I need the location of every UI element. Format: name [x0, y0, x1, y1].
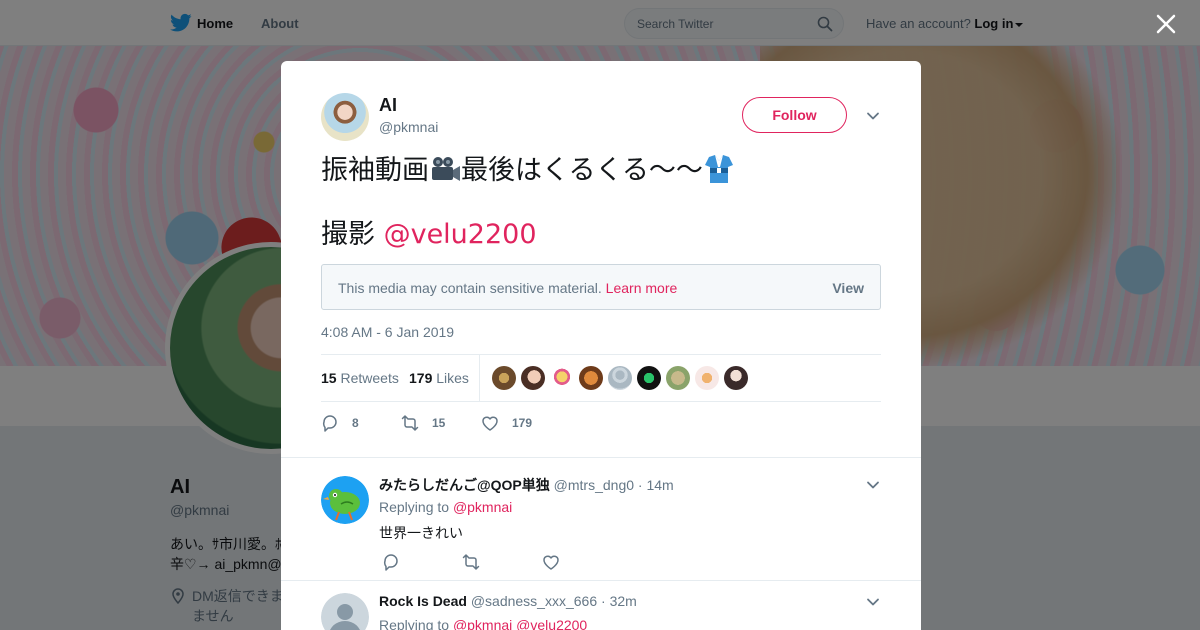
- tweet-text-part: 撮影: [321, 219, 384, 250]
- tweet-modal: AI @pkmnai Follow 振袖動画 最後はくるくる〜〜 撮影 @vel…: [281, 61, 921, 630]
- tweet-text-line-2: 撮影 @velu2200: [321, 217, 735, 253]
- reply-icon[interactable]: [382, 553, 400, 571]
- tweet-text: 振袖動画 最後はくるくる〜〜 撮影 @velu2200: [321, 153, 735, 253]
- reply-separator: ·: [601, 593, 606, 609]
- tweet-timestamp[interactable]: 4:08 AM - 6 Jan 2019: [321, 324, 454, 340]
- liker-avatar[interactable]: [695, 366, 719, 390]
- likes-label: Likes: [436, 370, 469, 386]
- heart-icon: [482, 416, 498, 431]
- likes-count: 179: [409, 370, 433, 386]
- reply-separator: ·: [637, 477, 643, 493]
- reply-icon: [322, 415, 337, 432]
- reply-author-name[interactable]: みたらしだんご@QOP単独: [379, 477, 550, 493]
- reply-avatar[interactable]: [321, 476, 369, 524]
- replying-to-label: Replying to: [379, 617, 450, 630]
- reply-header: Rock Is Dead @sadness_xxx_666 · 32m: [379, 593, 637, 609]
- tweet-stats: 15 Retweets 179 Likes: [321, 354, 881, 402]
- tweet-text-part: 振袖動画: [321, 155, 429, 186]
- liker-avatar[interactable]: [579, 366, 603, 390]
- retweet-icon[interactable]: [462, 553, 480, 571]
- kimono-icon: [704, 155, 733, 183]
- replying-to-label: Replying to: [379, 499, 450, 515]
- liker-avatar[interactable]: [666, 366, 690, 390]
- liker-avatar[interactable]: [608, 366, 632, 390]
- reply-text: 世界一きれい: [379, 526, 463, 542]
- heart-icon[interactable]: [542, 553, 560, 571]
- reply-tweet[interactable]: Rock Is Dead @sadness_xxx_666 · 32m Repl…: [281, 580, 921, 630]
- liker-avatar[interactable]: [550, 366, 574, 390]
- chevron-down-icon[interactable]: [866, 109, 880, 123]
- author-handle[interactable]: @pkmnai: [379, 119, 438, 135]
- retweet-icon: [401, 415, 419, 431]
- mention-link[interactable]: @pkmnai: [453, 617, 512, 630]
- mention-link[interactable]: @velu2200: [384, 219, 537, 250]
- tweet-text-part: 最後はくるくる〜〜: [461, 155, 703, 186]
- liker-avatar[interactable]: [521, 366, 545, 390]
- chevron-down-icon[interactable]: [866, 595, 880, 609]
- reply-author-name[interactable]: Rock Is Dead: [379, 593, 467, 609]
- reply-time[interactable]: 14m: [646, 477, 673, 493]
- retweets-label: Retweets: [340, 370, 399, 386]
- reply-author-handle[interactable]: @mtrs_dng0: [554, 477, 634, 493]
- sensitive-notice-text: This media may contain sensitive materia…: [338, 280, 602, 296]
- view-media-button[interactable]: View: [832, 280, 864, 296]
- reply-avatar[interactable]: [321, 593, 369, 630]
- reply-time[interactable]: 32m: [610, 593, 637, 609]
- chevron-down-icon[interactable]: [866, 478, 880, 492]
- liker-avatar[interactable]: [724, 366, 748, 390]
- liker-avatar[interactable]: [637, 366, 661, 390]
- author-name[interactable]: AI: [379, 95, 397, 116]
- author-avatar[interactable]: [321, 93, 369, 141]
- reply-author-handle[interactable]: @sadness_xxx_666: [471, 593, 597, 609]
- mention-link[interactable]: @pkmnai: [453, 499, 512, 515]
- replying-to: Replying to @pkmnai @velu2200: [379, 617, 587, 630]
- retweets-stat[interactable]: 15 Retweets: [321, 370, 399, 386]
- follow-button[interactable]: Follow: [742, 97, 847, 133]
- retweets-count: 15: [321, 370, 337, 386]
- close-icon[interactable]: [1152, 10, 1180, 38]
- liker-avatar[interactable]: [492, 366, 516, 390]
- retweet-count: 15: [432, 416, 446, 430]
- sensitive-media-notice: This media may contain sensitive materia…: [321, 264, 881, 310]
- reply-count: 8: [352, 416, 359, 430]
- reply-header: みたらしだんご@QOP単独 @mtrs_dng0 · 14m: [379, 475, 674, 495]
- reply-tweet[interactable]: みたらしだんご@QOP単独 @mtrs_dng0 · 14m Replying …: [281, 457, 921, 581]
- learn-more-link[interactable]: Learn more: [606, 280, 678, 296]
- replying-to: Replying to @pkmnai: [379, 499, 512, 515]
- movie-camera-icon: [432, 157, 460, 181]
- like-count: 179: [512, 416, 533, 430]
- mention-link[interactable]: @velu2200: [516, 617, 587, 630]
- likes-stat[interactable]: 179 Likes: [409, 370, 469, 386]
- stats-divider: [479, 355, 480, 401]
